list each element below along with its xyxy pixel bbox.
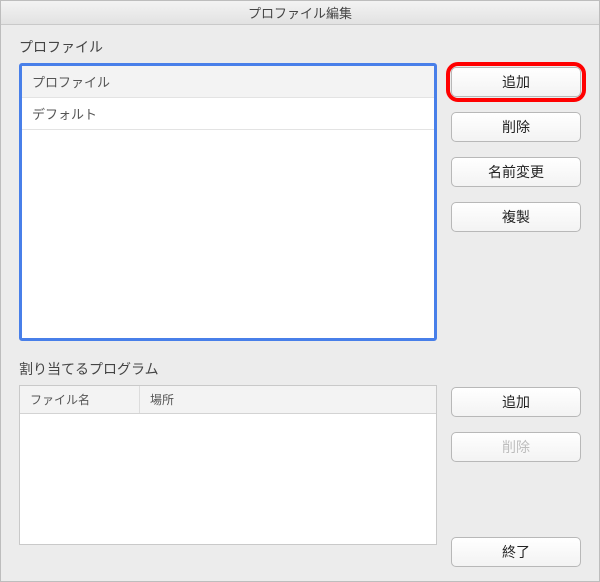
delete-profile-button[interactable]: 削除 [451, 112, 581, 142]
program-section-label: 割り当てるプログラム [19, 359, 581, 379]
column-header-filename[interactable]: ファイル名 [20, 386, 140, 413]
program-area: ファイル名 場所 追加 削除 終了 [19, 385, 581, 569]
profile-list-item[interactable]: プロファイル [22, 66, 434, 98]
delete-program-button: 削除 [451, 432, 581, 462]
profile-area: プロファイル デフォルト 追加 削除 名前変更 複製 [19, 63, 581, 341]
program-table-body [20, 414, 436, 544]
profile-list-item[interactable]: デフォルト [22, 98, 434, 130]
window-title: プロファイル編集 [1, 1, 599, 25]
add-profile-button[interactable]: 追加 [451, 67, 581, 97]
profile-list[interactable]: プロファイル デフォルト [19, 63, 437, 341]
program-table[interactable]: ファイル名 場所 [19, 385, 437, 545]
window-content: プロファイル プロファイル デフォルト 追加 削除 名前変更 複製 割り当てるプ… [1, 25, 599, 581]
profile-edit-window: プロファイル編集 プロファイル プロファイル デフォルト 追加 削除 名前変更 … [0, 0, 600, 582]
program-table-header: ファイル名 場所 [20, 386, 436, 414]
exit-button[interactable]: 終了 [451, 537, 581, 567]
profile-buttons: 追加 削除 名前変更 複製 [451, 63, 581, 341]
column-header-location[interactable]: 場所 [140, 386, 436, 413]
program-buttons: 追加 削除 終了 [451, 385, 581, 569]
profile-section-label: プロファイル [19, 37, 581, 57]
duplicate-profile-button[interactable]: 複製 [451, 202, 581, 232]
add-program-button[interactable]: 追加 [451, 387, 581, 417]
rename-profile-button[interactable]: 名前変更 [451, 157, 581, 187]
